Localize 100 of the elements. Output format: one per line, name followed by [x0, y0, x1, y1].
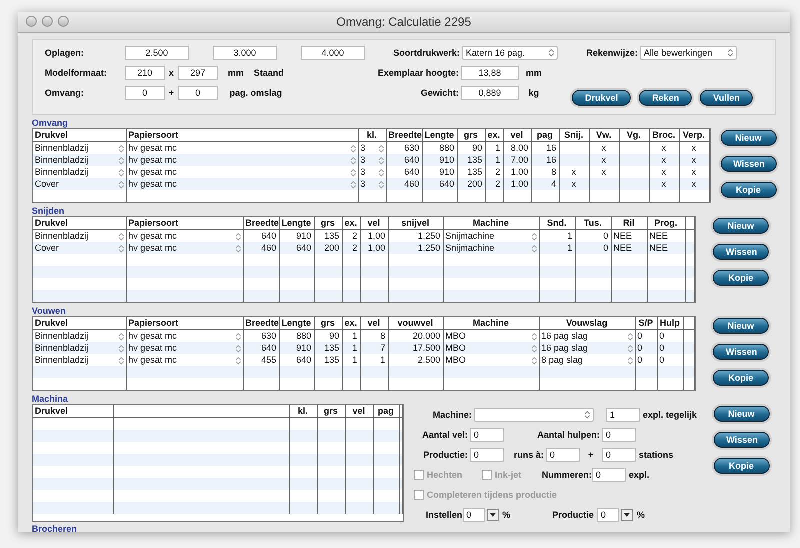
column-header[interactable]: Vg. — [626, 130, 641, 140]
column-header[interactable]: Vouwslag — [566, 318, 608, 328]
input-field[interactable]: 0 — [546, 448, 580, 462]
column-header[interactable]: vel — [368, 318, 380, 328]
table-cell: NEE — [614, 231, 632, 241]
column-header[interactable]: Drukvel — [35, 218, 68, 228]
action-button[interactable]: Kopie — [713, 270, 769, 286]
column-header[interactable]: vel — [352, 406, 366, 416]
stepper-arrows-icon[interactable] — [350, 157, 356, 165]
input-field[interactable]: 210 — [125, 66, 165, 80]
input-field[interactable]: 1 — [606, 408, 640, 422]
action-button[interactable]: Nieuw — [713, 318, 769, 334]
stepper-arrows-icon[interactable] — [118, 145, 124, 153]
column-header[interactable]: grs — [324, 406, 338, 416]
stepper-arrows-icon[interactable] — [236, 333, 240, 341]
input-field[interactable]: 13,88 — [461, 66, 519, 80]
column-header[interactable]: Tus. — [584, 218, 602, 228]
input-field[interactable]: 2.500 — [125, 46, 189, 60]
stepper-arrows-icon[interactable] — [532, 245, 536, 253]
input-field[interactable]: 4.000 — [301, 46, 365, 60]
stepper-arrows-icon[interactable] — [628, 333, 632, 341]
stepper-arrows-icon[interactable] — [118, 357, 124, 365]
stepper-arrows-icon[interactable] — [532, 233, 536, 241]
column-header[interactable]: grs — [464, 130, 478, 140]
input-field[interactable]: 3.000 — [213, 46, 277, 60]
action-button[interactable]: Nieuw — [720, 130, 776, 146]
stepper-arrows-icon[interactable] — [236, 357, 240, 365]
stepper-arrows-icon[interactable] — [532, 345, 536, 353]
dropdown-button[interactable] — [621, 509, 634, 521]
action-button[interactable]: Drukvel — [572, 90, 632, 106]
action-button[interactable]: Kopie — [714, 458, 770, 474]
input-field[interactable]: 0 — [462, 508, 485, 522]
input-field[interactable]: 0 — [592, 468, 626, 482]
column-header[interactable]: Prog. — [654, 218, 678, 228]
stepper-arrows-icon[interactable] — [118, 345, 124, 353]
popup-menu[interactable]: Katern 16 pag. — [462, 46, 558, 60]
action-button[interactable]: Reken — [639, 90, 692, 106]
column-header[interactable]: Snd. — [547, 218, 567, 228]
stepper-arrows-icon[interactable] — [350, 169, 356, 177]
column-header[interactable]: Papiersoort — [128, 218, 179, 228]
input-field[interactable]: 0,889 — [461, 86, 519, 100]
stepper-arrows-icon[interactable] — [350, 181, 356, 189]
input-field[interactable]: 0 — [470, 428, 504, 442]
column-header[interactable]: Machine — [472, 218, 509, 228]
action-button[interactable]: Wissen — [714, 432, 770, 448]
stepper-arrows-icon[interactable] — [378, 181, 384, 189]
input-field[interactable]: 0 — [597, 508, 620, 522]
action-button[interactable]: Nieuw — [714, 406, 770, 422]
column-header[interactable]: Papiersoort — [128, 130, 179, 140]
column-header[interactable]: vouwvel — [398, 318, 434, 328]
column-header[interactable]: grs — [320, 318, 335, 328]
stepper-arrows-icon[interactable] — [236, 233, 240, 241]
input-field[interactable]: 0 — [178, 86, 218, 100]
stepper-arrows-icon[interactable] — [532, 357, 536, 365]
column-header[interactable]: Machine — [472, 318, 509, 328]
stepper-arrows-icon[interactable] — [350, 145, 356, 153]
action-button[interactable]: Wissen — [713, 344, 769, 360]
action-button[interactable]: Kopie — [720, 182, 776, 198]
column-header[interactable]: Papiersoort — [128, 318, 179, 328]
column-header[interactable]: vel — [510, 130, 524, 140]
column-header[interactable]: Vw. — [596, 130, 612, 140]
action-button[interactable]: Wissen — [713, 244, 769, 260]
column-header[interactable]: grs — [320, 218, 335, 228]
column-header[interactable]: Drukvel — [35, 130, 68, 140]
stepper-arrows-icon[interactable] — [118, 233, 124, 241]
stepper-arrows-icon[interactable] — [378, 157, 384, 165]
column-header[interactable]: Drukvel — [35, 318, 68, 328]
stepper-arrows-icon[interactable] — [118, 169, 124, 177]
column-header[interactable]: Ril — [623, 218, 635, 228]
minimize-button[interactable] — [42, 16, 53, 27]
input-field[interactable]: 0 — [602, 448, 636, 462]
stepper-arrows-icon[interactable] — [118, 157, 124, 165]
stepper-arrows-icon[interactable] — [236, 245, 240, 253]
input-field[interactable]: 0 — [602, 428, 636, 442]
dropdown-button[interactable] — [486, 509, 499, 521]
stepper-arrows-icon[interactable] — [236, 345, 240, 353]
column-header[interactable]: snijvel — [401, 218, 430, 228]
stepper-arrows-icon[interactable] — [628, 357, 632, 365]
column-header[interactable]: kl. — [298, 406, 308, 416]
stepper-arrows-icon[interactable] — [378, 145, 384, 153]
popup-menu[interactable]: Alle bewerkingen — [640, 46, 737, 60]
stepper-arrows-icon[interactable] — [118, 245, 124, 253]
action-button[interactable]: Nieuw — [713, 218, 769, 234]
action-button[interactable]: Wissen — [720, 156, 776, 172]
input-field[interactable]: 0 — [125, 86, 165, 100]
input-field[interactable]: 297 — [178, 66, 218, 80]
zoom-button[interactable] — [58, 16, 69, 27]
action-button[interactable]: Kopie — [713, 370, 769, 386]
column-header[interactable]: Drukvel — [35, 406, 68, 416]
column-header[interactable]: vel — [368, 218, 380, 228]
stepper-arrows-icon[interactable] — [118, 333, 124, 341]
stepper-arrows-icon[interactable] — [378, 169, 384, 177]
stepper-arrows-icon[interactable] — [118, 181, 124, 189]
input-field[interactable]: 0 — [470, 448, 504, 462]
close-button[interactable] — [26, 16, 37, 27]
action-button[interactable]: Vullen — [700, 90, 753, 106]
stepper-arrows-icon[interactable] — [628, 345, 632, 353]
popup-menu[interactable] — [474, 408, 594, 422]
stepper-arrows-icon[interactable] — [532, 333, 536, 341]
column-header[interactable]: kl. — [366, 130, 377, 140]
